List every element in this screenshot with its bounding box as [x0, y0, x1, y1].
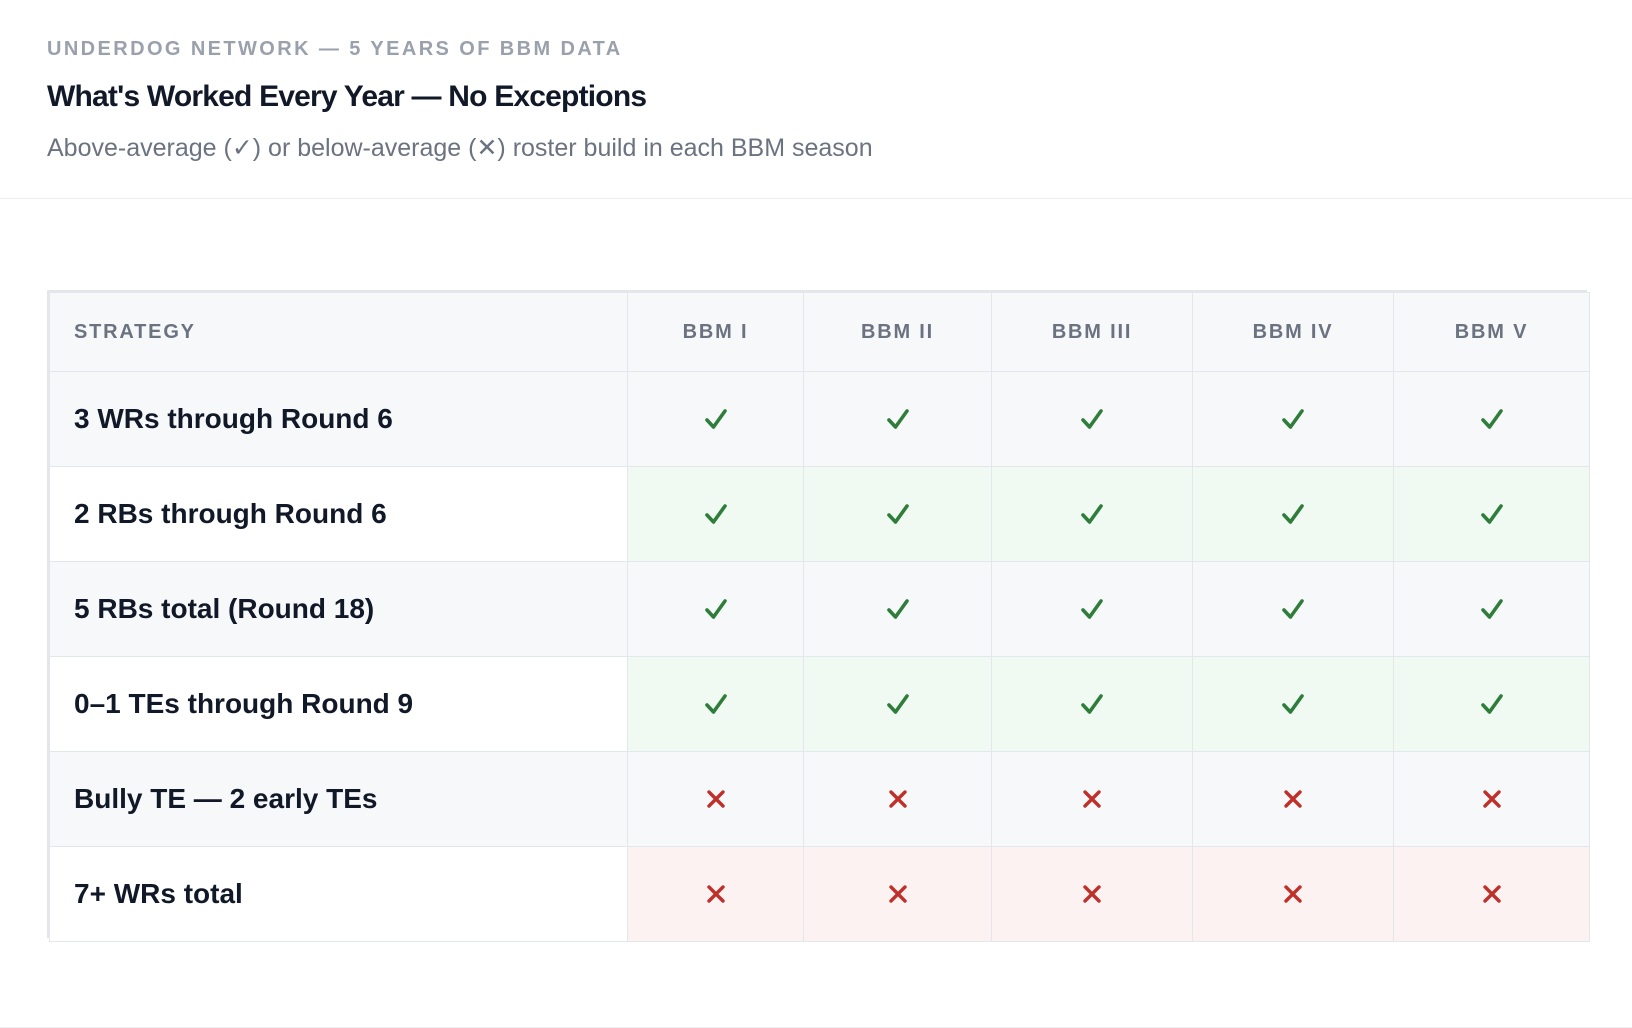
- check-icon: [1477, 689, 1507, 719]
- cross-icon: [701, 784, 731, 814]
- column-header-bbm-v: BBM V: [1393, 292, 1590, 372]
- result-cell: [627, 561, 804, 657]
- table-row: 3 WRs through Round 6: [49, 371, 1590, 467]
- table-row: Bully TE — 2 early TEs: [49, 751, 1590, 847]
- result-cell: [991, 466, 1193, 562]
- result-cell: [1393, 371, 1590, 467]
- check-icon: [701, 689, 731, 719]
- result-cell: [1192, 466, 1394, 562]
- result-cell: [991, 656, 1193, 752]
- header: UNDERDOG NETWORK — 5 YEARS OF BBM DATA W…: [0, 0, 1632, 199]
- strategy-table: STRATEGY BBM I BBM II BBM III BBM IV BBM…: [47, 290, 1590, 942]
- table-row: 5 RBs total (Round 18): [49, 561, 1590, 657]
- result-cell: [803, 656, 992, 752]
- result-cell: [803, 561, 992, 657]
- result-cell: [1192, 846, 1394, 942]
- result-cell: [1393, 466, 1590, 562]
- result-cell: [1192, 371, 1394, 467]
- result-cell: [1393, 846, 1590, 942]
- result-cell: [991, 561, 1193, 657]
- result-cell: [803, 751, 992, 847]
- result-cell: [991, 751, 1193, 847]
- strategy-name: 7+ WRs total: [49, 846, 628, 942]
- cross-icon: [1278, 784, 1308, 814]
- strategy-name: Bully TE — 2 early TEs: [49, 751, 628, 847]
- strategy-name: 5 RBs total (Round 18): [49, 561, 628, 657]
- result-cell: [627, 371, 804, 467]
- table-header-row: STRATEGY BBM I BBM II BBM III BBM IV BBM…: [49, 292, 1590, 372]
- check-icon: [883, 499, 913, 529]
- check-icon: [1077, 499, 1107, 529]
- result-cell: [627, 466, 804, 562]
- result-cell: [1393, 656, 1590, 752]
- check-icon: [883, 689, 913, 719]
- check-icon: [1477, 404, 1507, 434]
- table-row: 0–1 TEs through Round 9: [49, 656, 1590, 752]
- strategy-name: 0–1 TEs through Round 9: [49, 656, 628, 752]
- check-icon: [701, 404, 731, 434]
- result-cell: [803, 466, 992, 562]
- cross-icon: [1077, 879, 1107, 909]
- table-row: 2 RBs through Round 6: [49, 466, 1590, 562]
- column-header-bbm-ii: BBM II: [803, 292, 992, 372]
- result-cell: [627, 846, 804, 942]
- result-cell: [1393, 751, 1590, 847]
- check-icon: [1077, 594, 1107, 624]
- check-icon: [1477, 499, 1507, 529]
- column-header-bbm-iv: BBM IV: [1192, 292, 1394, 372]
- check-icon: [1077, 404, 1107, 434]
- cross-icon: [883, 879, 913, 909]
- result-cell: [627, 656, 804, 752]
- check-icon: [1278, 594, 1308, 624]
- page-subtitle: Above-average (✓) or below-average (✕) r…: [47, 134, 873, 162]
- result-cell: [991, 846, 1193, 942]
- table-body: 3 WRs through Round 62 RBs through Round…: [49, 371, 1590, 942]
- result-cell: [1192, 751, 1394, 847]
- result-cell: [1192, 561, 1394, 657]
- cross-icon: [1477, 784, 1507, 814]
- page-title: What's Worked Every Year — No Exceptions: [47, 80, 647, 113]
- cross-icon: [1278, 879, 1308, 909]
- check-icon: [1477, 594, 1507, 624]
- result-cell: [803, 846, 992, 942]
- column-header-bbm-iii: BBM III: [991, 292, 1193, 372]
- result-cell: [803, 371, 992, 467]
- result-cell: [1192, 656, 1394, 752]
- cross-icon: [883, 784, 913, 814]
- check-icon: [1278, 404, 1308, 434]
- check-icon: [1278, 499, 1308, 529]
- check-icon: [1278, 689, 1308, 719]
- result-cell: [627, 751, 804, 847]
- strategy-name: 3 WRs through Round 6: [49, 371, 628, 467]
- result-cell: [991, 371, 1193, 467]
- check-icon: [883, 594, 913, 624]
- check-icon: [1077, 689, 1107, 719]
- check-icon: [701, 499, 731, 529]
- check-icon: [701, 594, 731, 624]
- column-header-bbm-i: BBM I: [627, 292, 804, 372]
- strategy-name: 2 RBs through Round 6: [49, 466, 628, 562]
- column-header-strategy: STRATEGY: [49, 292, 628, 372]
- cross-icon: [701, 879, 731, 909]
- result-cell: [1393, 561, 1590, 657]
- cross-icon: [1077, 784, 1107, 814]
- cross-icon: [1477, 879, 1507, 909]
- table-row: 7+ WRs total: [49, 846, 1590, 942]
- check-icon: [883, 404, 913, 434]
- eyebrow-label: UNDERDOG NETWORK — 5 YEARS OF BBM DATA: [47, 38, 623, 60]
